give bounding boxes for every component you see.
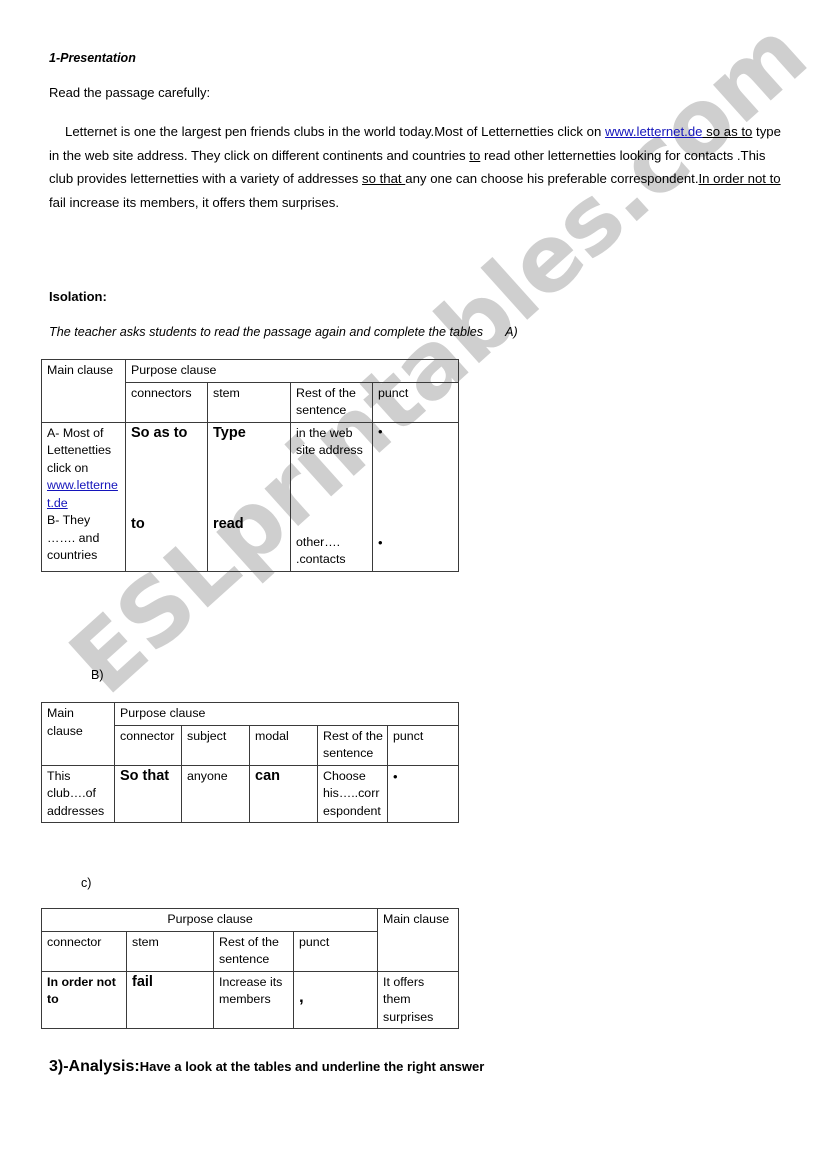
connector-2: to (131, 516, 145, 532)
connector-to: to (469, 147, 481, 163)
watermark-text: ESLprintables.com (50, 0, 821, 715)
table-row: Main clause Purpose clause (41, 702, 460, 766)
cell-connectors-header: connectors (125, 381, 208, 423)
table-instruction: The teacher asks students to read the pa… (49, 325, 518, 339)
stem-2: read (213, 516, 244, 532)
cell-rest-header: Rest of the sentence (317, 724, 388, 766)
cell-connector-value: So that (114, 764, 182, 823)
cell-rest-value: Increase its members (213, 970, 294, 1029)
cell-rest-header: Rest of the sentence (213, 930, 294, 972)
cell-purpose-clause-header: Purpose clause (124, 359, 460, 383)
cell-stem-header: stem (207, 381, 291, 423)
table-row: This club….of addresses So that anyone c… (41, 764, 460, 823)
table-row: Main clause Purpose clause (41, 359, 460, 423)
cell-punct-header: punct (386, 724, 460, 766)
main-clause-a-text: A- Most of Lettenetties click on (47, 425, 112, 475)
main-clause-link[interactable]: www.letternet.de (47, 478, 118, 510)
cell-purpose-clause-header: Purpose clause (40, 908, 379, 932)
label-a: A) (505, 325, 518, 339)
cell-connector-header: connector (41, 930, 127, 972)
analysis-title: 3)-Analysis: (49, 1058, 140, 1075)
cell-main-clause-value: This club….of addresses (41, 764, 115, 823)
cell-main-clause-header: Main clause (41, 359, 126, 423)
cell-main-clause-value: It offers them surprises (377, 970, 460, 1029)
stem-1: Type (213, 424, 246, 441)
punct-mark-2: • (378, 534, 383, 550)
label-c: c) (81, 876, 92, 890)
table-row: A- Most of Lettenetties click on www.let… (41, 421, 460, 572)
label-b: B) (91, 668, 104, 682)
cell-punct-value: , (292, 970, 379, 1029)
cell-punct-header: punct (292, 930, 379, 972)
passage-part-1: Letternet is one the largest pen friends… (65, 124, 606, 139)
cell-punct-values: • • (371, 421, 460, 572)
connector-so-as-to: so as to (702, 124, 753, 139)
reading-passage: Letternet is one the largest pen friends… (49, 120, 782, 214)
letternet-link[interactable]: www.letternet.de (605, 124, 703, 139)
table-c: Purpose clause Main clause connector ste… (40, 908, 460, 1029)
cell-connector-value: In order not to (41, 970, 127, 1029)
cell-spacer (131, 442, 203, 516)
cell-connector-header: connector (114, 724, 182, 766)
cell-stem-values: Type read (207, 421, 291, 572)
cell-rest-value: Choose his…..correspondent (317, 764, 388, 823)
connector-1: So as to (131, 424, 188, 441)
connector-in-order-not-to: In order not to (698, 171, 781, 186)
cell-spacer (378, 445, 454, 535)
table-instruction-text: The teacher asks students to read the pa… (49, 325, 484, 339)
cell-stem-value: fail (126, 970, 214, 1029)
presentation-heading: 1-Presentation (49, 51, 136, 65)
isolation-heading: Isolation: (49, 289, 107, 304)
cell-subject-header: subject (181, 724, 250, 766)
table-row: Purpose clause Main clause (40, 908, 460, 972)
cell-punct-header: punct (371, 381, 460, 423)
analysis-line: 3)-Analysis:Have a look at the tables an… (49, 1058, 484, 1076)
cell-main-clause-value: A- Most of Lettenetties click on www.let… (41, 421, 126, 572)
table-a: Main clause Purpose clause connectors st… (41, 359, 460, 572)
main-clause-b-text: B- They ……. and countries (47, 513, 100, 562)
punct-mark-1: • (378, 423, 383, 439)
analysis-text: Have a look at the tables and underline … (139, 1059, 485, 1074)
rest-2: other…. .contacts (296, 534, 346, 567)
worksheet-page: ESLprintables.com 1-Presentation Read th… (0, 0, 821, 1161)
table-row: In order not to fail Increase its member… (41, 970, 460, 1029)
cell-stem-header: stem (126, 930, 214, 972)
cell-subject-value: anyone (181, 764, 250, 823)
cell-main-clause-header: Main clause (41, 702, 115, 766)
cell-modal-header: modal (249, 724, 318, 766)
cell-rest-header: Rest of the sentence (290, 381, 373, 423)
read-instruction: Read the passage carefully: (49, 85, 211, 100)
passage-part-4: any one can choose his preferable corres… (405, 171, 699, 186)
cell-purpose-clause-header: Purpose clause (113, 702, 460, 726)
rest-1: in the web site address (296, 425, 363, 458)
cell-modal-value: can (249, 764, 318, 823)
cell-punct-value: • (386, 764, 460, 823)
passage-part-5: fail increase its members, it offers the… (49, 194, 339, 210)
cell-main-clause-header: Main clause (377, 908, 460, 972)
cell-spacer (296, 460, 368, 534)
table-b: Main clause Purpose clause connector sub… (41, 702, 460, 823)
cell-rest-values: in the web site address other…. .contact… (290, 421, 373, 572)
cell-connector-values: So as to to (125, 421, 208, 572)
cell-spacer (213, 442, 286, 516)
connector-so-that: so that (362, 171, 406, 186)
